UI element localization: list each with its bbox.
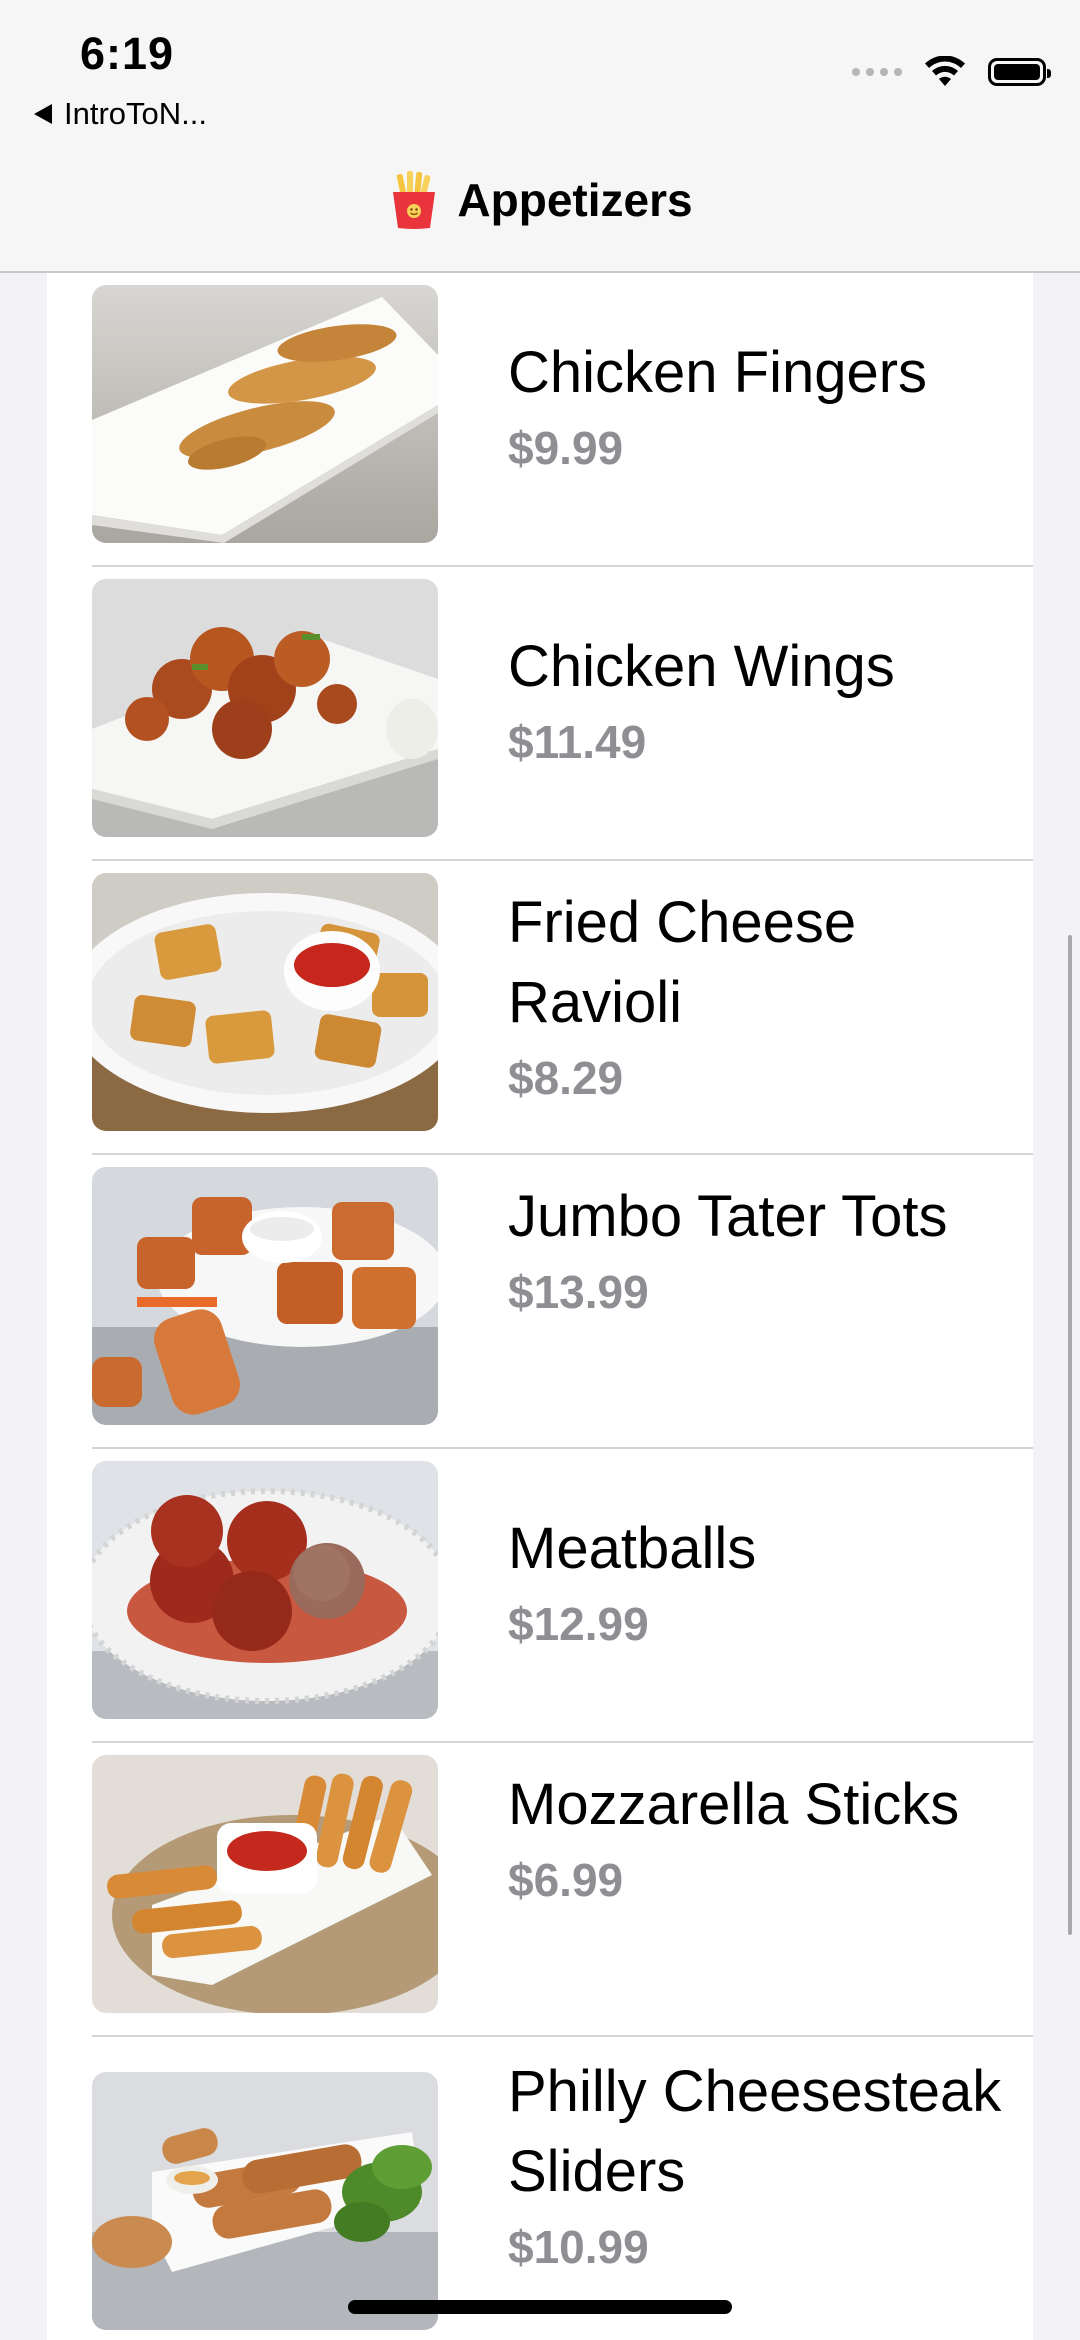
item-price: $12.99	[508, 1598, 649, 1650]
list-item[interactable]: Chicken Fingers $9.99	[47, 273, 1033, 567]
cellular-signal-icon	[852, 68, 902, 76]
meatballs-image	[92, 1461, 438, 1719]
item-price: $10.99	[508, 2221, 649, 2273]
item-name: Meatballs	[508, 1516, 757, 1581]
list-item[interactable]: Chicken Wings $11.49	[47, 567, 1033, 861]
status-time: 6:19	[80, 28, 175, 79]
item-name: Mozzarella Sticks	[508, 1772, 960, 1837]
mozzarella-sticks-image	[92, 1755, 438, 2013]
list-item[interactable]: Fried Cheese Ravioli $8.29	[47, 861, 1033, 1155]
page-title: Appetizers	[0, 170, 1080, 230]
item-text: Chicken Wings $11.49	[508, 627, 1003, 777]
item-text: Meatballs $12.99	[508, 1509, 1003, 1659]
item-price: $6.99	[508, 1854, 624, 1906]
french-fries-icon	[393, 171, 436, 229]
item-text: Fried Cheese Ravioli $8.29	[508, 883, 1003, 1113]
item-text: Chicken Fingers $9.99	[508, 333, 1003, 483]
item-price: $13.99	[508, 1266, 649, 1318]
item-name: Chicken Wings	[508, 634, 895, 699]
list-item[interactable]: Jumbo Tater Tots $13.99	[47, 1155, 1033, 1449]
list-item[interactable]: Meatballs $12.99	[47, 1449, 1033, 1743]
philly-cheesesteak-sliders-image	[92, 2072, 438, 2330]
item-name: Chicken Fingers	[508, 340, 928, 405]
fried-cheese-ravioli-image	[92, 873, 438, 1131]
home-indicator[interactable]	[348, 2300, 732, 2314]
item-name: Jumbo Tater Tots	[508, 1184, 948, 1249]
item-text: Jumbo Tater Tots $13.99	[508, 1177, 1003, 1327]
item-price: $9.99	[508, 422, 624, 474]
list-item[interactable]: Mozzarella Sticks $6.99	[47, 1743, 1033, 2037]
jumbo-tater-tots-image	[92, 1167, 438, 1425]
back-to-app-button[interactable]: IntroToN...	[34, 96, 207, 132]
back-arrow-icon	[34, 104, 52, 124]
appetizer-list[interactable]: Chicken Fingers $9.99 Chicken Wings $11.…	[47, 273, 1033, 2340]
back-app-label: IntroToN...	[64, 96, 207, 131]
status-icons	[852, 56, 1051, 88]
item-text: Philly Cheesesteak Sliders $10.99	[508, 2052, 1003, 2282]
battery-icon	[988, 58, 1051, 86]
list-item[interactable]: Philly Cheesesteak Sliders $10.99	[47, 2037, 1033, 2340]
item-price: $8.29	[508, 1052, 624, 1104]
item-name: Philly Cheesesteak Sliders	[508, 2059, 1002, 2204]
item-text: Mozzarella Sticks $6.99	[508, 1765, 1003, 1915]
scroll-indicator[interactable]	[1068, 935, 1072, 1935]
chicken-fingers-image	[92, 285, 438, 543]
chicken-wings-image	[92, 579, 438, 837]
wifi-icon	[925, 56, 965, 86]
item-price: $11.49	[508, 716, 647, 768]
navigation-bar: 6:19 IntroToN... Appetizers	[0, 0, 1080, 273]
page-title-text: Appetizers	[457, 174, 693, 226]
item-name: Fried Cheese Ravioli	[508, 890, 857, 1035]
